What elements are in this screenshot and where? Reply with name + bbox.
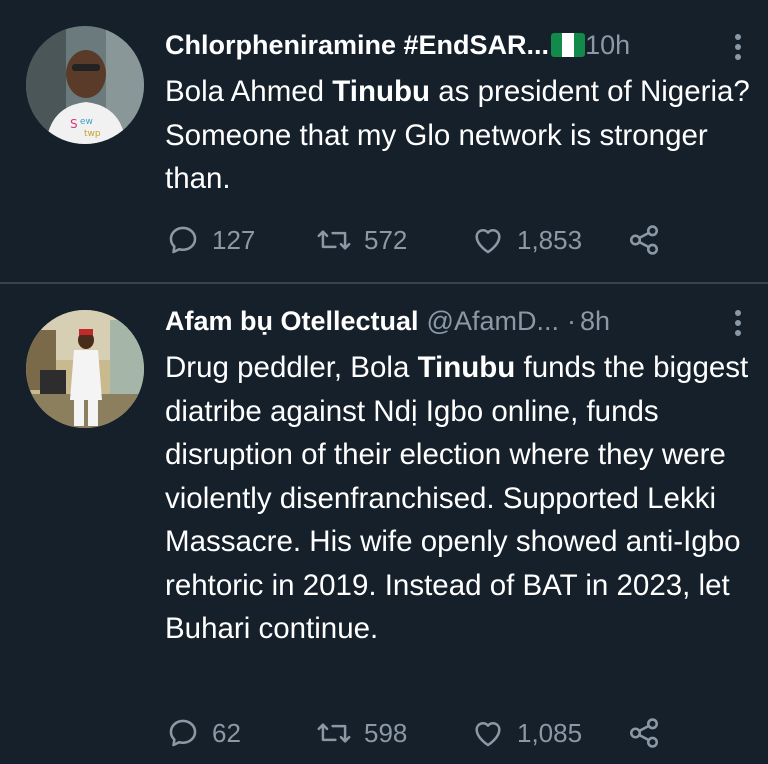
- timestamp[interactable]: 10h: [585, 30, 630, 61]
- share-icon: [629, 225, 659, 255]
- like-count: 1,085: [517, 717, 583, 748]
- share-button[interactable]: [626, 220, 674, 260]
- retweet-icon: [317, 723, 351, 743]
- tweet[interactable]: Afam bụ Otellectual @AfamD... · 8h Drug …: [0, 284, 768, 764]
- tweet[interactable]: S ew twp Chlorpheniramine #EndSAR... 10h…: [0, 0, 768, 282]
- like-count: 1,853: [517, 224, 583, 255]
- more-vertical-icon[interactable]: [732, 32, 744, 62]
- tweet-text-part: Bola Ahmed: [165, 75, 333, 108]
- tweet-header: Afam bụ Otellectual @AfamD... · 8h: [165, 306, 708, 344]
- retweet-count: 572: [364, 224, 408, 255]
- nigeria-flag-icon: [551, 33, 586, 57]
- tweet-text: Bola Ahmed Tinubu as president of Nigeri…: [165, 70, 755, 201]
- retweet-button[interactable]: 572: [316, 220, 407, 260]
- tweet-text-part: funds the biggest diatribe against Ndị I…: [165, 351, 749, 645]
- reply-count: 127: [212, 224, 256, 255]
- svg-text:S: S: [70, 117, 78, 131]
- timestamp[interactable]: 8h: [580, 306, 610, 337]
- tweet-text-highlight: Tinubu: [332, 75, 431, 108]
- share-icon: [629, 718, 659, 748]
- avatar[interactable]: [26, 310, 144, 428]
- reply-button[interactable]: 62: [166, 713, 241, 753]
- tweet-actions: 127 572 1,853: [166, 220, 726, 260]
- reply-icon: [169, 226, 197, 254]
- retweet-button[interactable]: 598: [316, 713, 407, 753]
- like-button[interactable]: 1,085: [471, 713, 582, 753]
- heart-icon: [475, 228, 501, 254]
- more-vertical-icon[interactable]: [732, 308, 744, 338]
- tweet-text: Drug peddler, Bola Tinubu funds the bigg…: [165, 346, 755, 651]
- heart-icon: [475, 721, 501, 747]
- display-name[interactable]: Afam bụ Otellectual: [165, 306, 419, 337]
- tweet-text-part: Drug peddler, Bola: [165, 351, 418, 384]
- like-button[interactable]: 1,853: [471, 220, 582, 260]
- user-handle[interactable]: @AfamD...: [427, 306, 559, 337]
- reply-icon: [169, 719, 197, 747]
- svg-text:twp: twp: [84, 129, 101, 139]
- separator-dot: ·: [566, 306, 576, 336]
- retweet-count: 598: [364, 717, 408, 748]
- retweet-icon: [317, 230, 351, 250]
- share-button[interactable]: [626, 713, 674, 753]
- reply-count: 62: [212, 717, 241, 748]
- reply-button[interactable]: 127: [166, 220, 255, 260]
- display-name[interactable]: Chlorpheniramine #EndSAR...: [165, 30, 549, 61]
- avatar[interactable]: S ew twp: [26, 26, 144, 144]
- tweet-header: Chlorpheniramine #EndSAR... 10h: [165, 30, 708, 68]
- tweet-actions: 62 598 1,085: [166, 713, 726, 753]
- tweet-text-highlight: Tinubu: [417, 351, 516, 384]
- svg-text:ew: ew: [80, 117, 93, 127]
